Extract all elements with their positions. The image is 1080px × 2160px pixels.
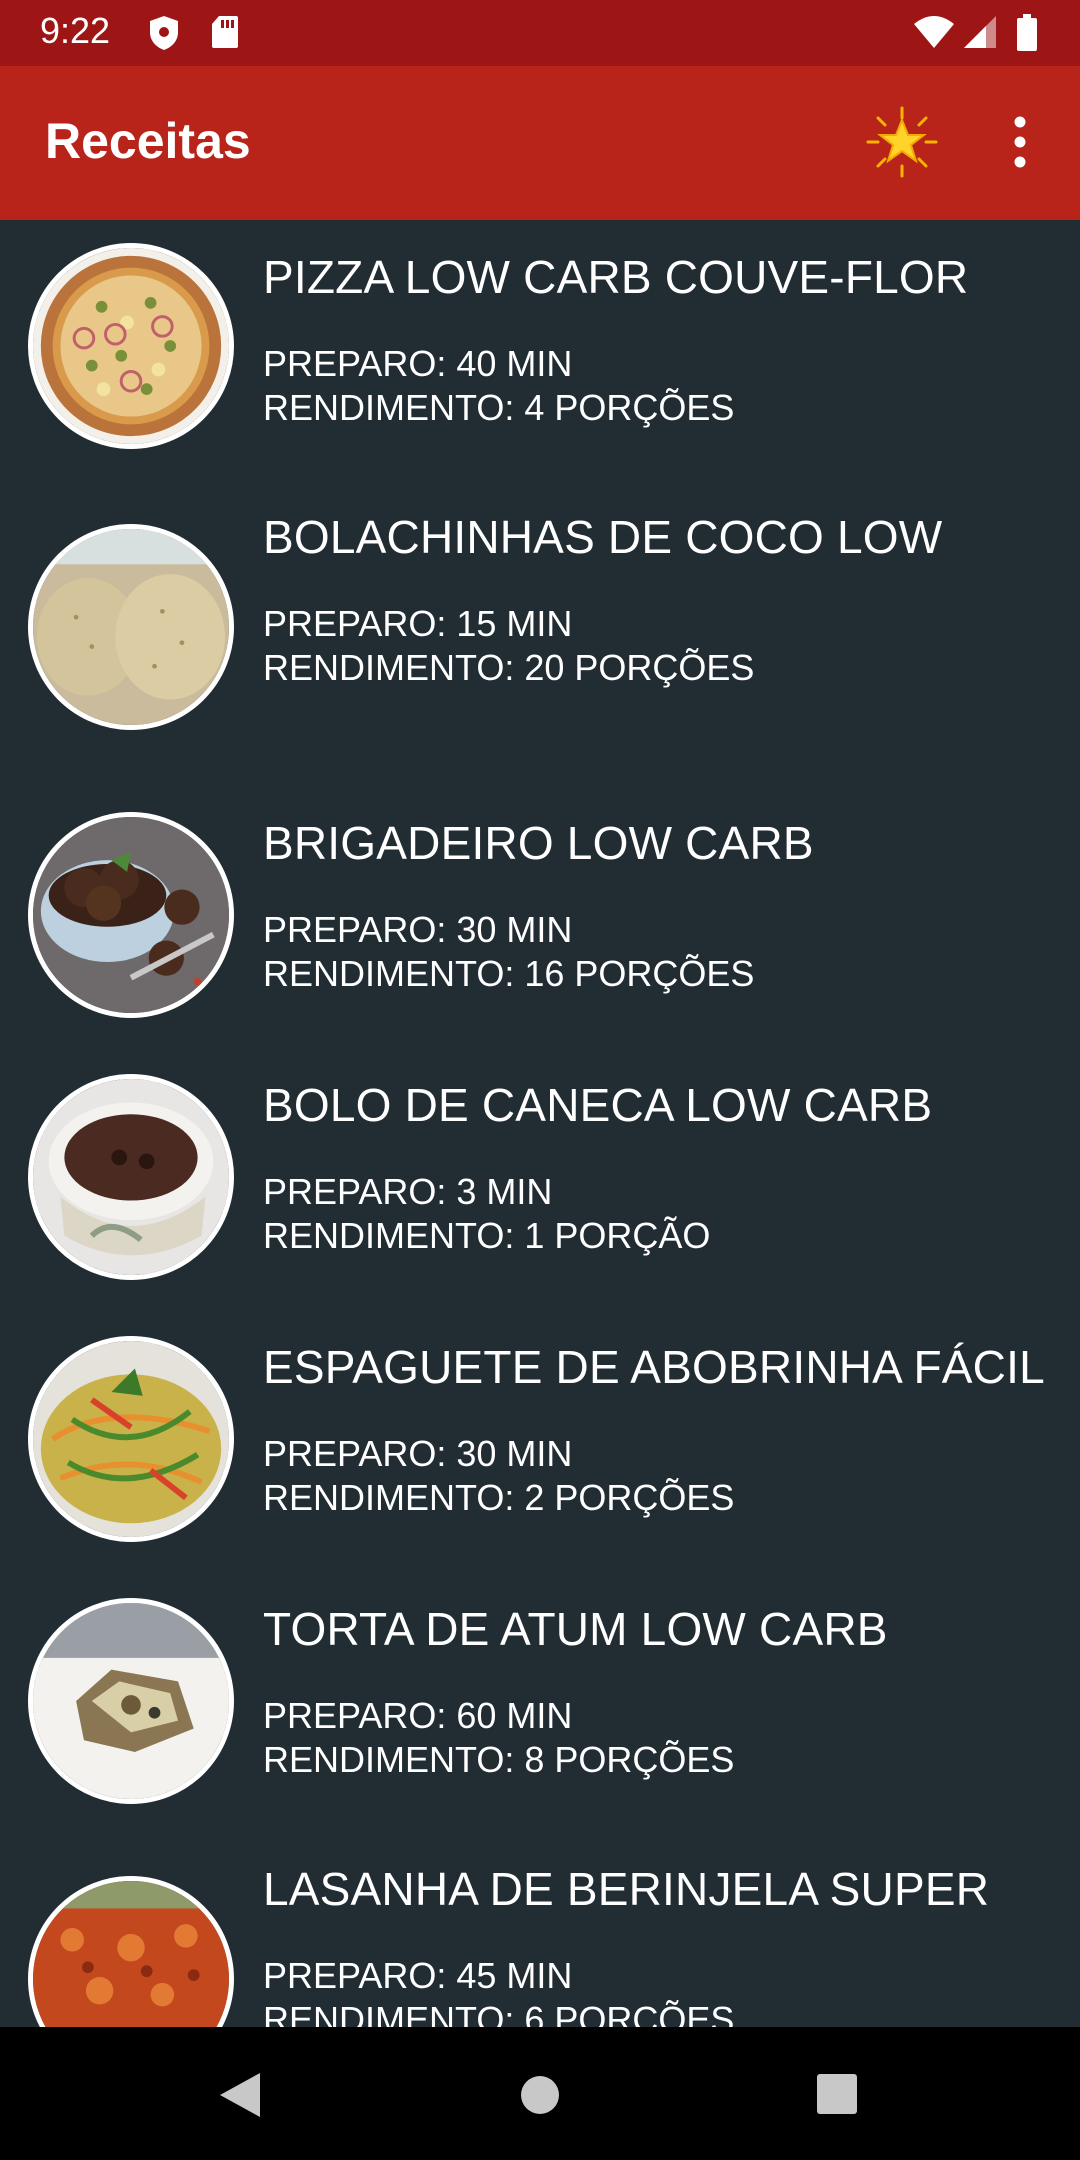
recipe-item[interactable]: BOLACHINHAS DE COCO LOW PREPARO: 15 MIN … xyxy=(0,482,1080,744)
recipe-prep-time: PREPARO: 45 MIN xyxy=(263,1955,573,1996)
recipe-image-bolachinhas xyxy=(28,524,234,730)
recipe-item[interactable]: ESPAGUETE DE ABOBRINHA FÁCIL PREPARO: 30… xyxy=(0,1310,1080,1572)
recipe-image-pizza xyxy=(28,243,234,449)
recipe-image-brigadeiro xyxy=(28,812,234,1018)
more-vert-icon xyxy=(1014,116,1026,168)
recipe-title: PIZZA LOW CARB COUVE-FLOR xyxy=(263,251,969,303)
recipe-title: BOLO DE CANECA LOW CARB xyxy=(263,1079,933,1131)
recipe-title: TORTA DE ATUM LOW CARB xyxy=(263,1603,888,1655)
page-title: Receitas xyxy=(45,113,251,169)
recipe-image-lasanha xyxy=(28,1876,234,2027)
recipe-title: LASANHA DE BERINJELA SUPER xyxy=(263,1863,990,1915)
recipe-yield: RENDIMENTO: 2 PORÇÕES xyxy=(263,1477,735,1518)
recipe-prep-time: PREPARO: 60 MIN xyxy=(263,1695,573,1736)
star-icon xyxy=(866,106,938,178)
recipe-title: ESPAGUETE DE ABOBRINHA FÁCIL xyxy=(263,1341,1045,1393)
app-bar: Receitas xyxy=(0,66,1080,220)
status-time: 9:22 xyxy=(40,10,111,51)
recipe-list[interactable]: PIZZA LOW CARB COUVE-FLOR PREPARO: 40 MI… xyxy=(0,220,1080,2027)
recipe-title: BRIGADEIRO LOW CARB xyxy=(263,817,814,869)
home-icon[interactable] xyxy=(520,2075,560,2115)
recipe-yield: RENDIMENTO: 4 PORÇÕES xyxy=(263,387,735,428)
recipe-prep-time: PREPARO: 15 MIN xyxy=(263,603,573,644)
recipe-image-torta-atum xyxy=(28,1598,234,1804)
more-options-button[interactable] xyxy=(1000,112,1040,172)
favorites-button[interactable] xyxy=(866,106,938,178)
recipe-prep-time: PREPARO: 30 MIN xyxy=(263,1433,573,1474)
recipe-item[interactable]: PIZZA LOW CARB COUVE-FLOR PREPARO: 40 MI… xyxy=(0,220,1080,482)
back-icon[interactable] xyxy=(218,2071,262,2119)
recipe-prep-time: PREPARO: 30 MIN xyxy=(263,909,573,950)
shield-icon xyxy=(148,14,180,56)
recipe-image-bolo-caneca xyxy=(28,1074,234,1280)
recipe-item[interactable]: BRIGADEIRO LOW CARB PREPARO: 30 MIN REND… xyxy=(0,786,1080,1048)
recipe-yield: RENDIMENTO: 16 PORÇÕES xyxy=(263,953,755,994)
recipe-item[interactable]: TORTA DE ATUM LOW CARB PREPARO: 60 MIN R… xyxy=(0,1572,1080,1834)
recipe-yield: RENDIMENTO: 1 PORÇÃO xyxy=(263,1215,711,1256)
wifi-icon xyxy=(912,14,956,54)
recipe-prep-time: PREPARO: 3 MIN xyxy=(263,1171,553,1212)
sd-card-icon xyxy=(210,14,240,54)
navigation-bar xyxy=(0,2027,1080,2160)
recipe-item[interactable]: BOLO DE CANECA LOW CARB PREPARO: 3 MIN R… xyxy=(0,1048,1080,1310)
recipe-prep-time: PREPARO: 40 MIN xyxy=(263,343,573,384)
signal-icon xyxy=(962,14,998,54)
recipe-title: BOLACHINHAS DE COCO LOW xyxy=(263,511,943,563)
recipe-item[interactable]: LASANHA DE BERINJELA SUPER PREPARO: 45 M… xyxy=(0,1834,1080,2027)
recipe-yield: RENDIMENTO: 20 PORÇÕES xyxy=(263,647,755,688)
recents-icon[interactable] xyxy=(816,2073,858,2115)
status-bar: 9:22 xyxy=(0,0,1080,66)
recipe-image-espaguete xyxy=(28,1336,234,1542)
recipe-yield: RENDIMENTO: 8 PORÇÕES xyxy=(263,1739,735,1780)
recipe-yield: RENDIMENTO: 6 PORÇÕES xyxy=(263,1999,735,2027)
battery-icon xyxy=(1016,14,1038,56)
